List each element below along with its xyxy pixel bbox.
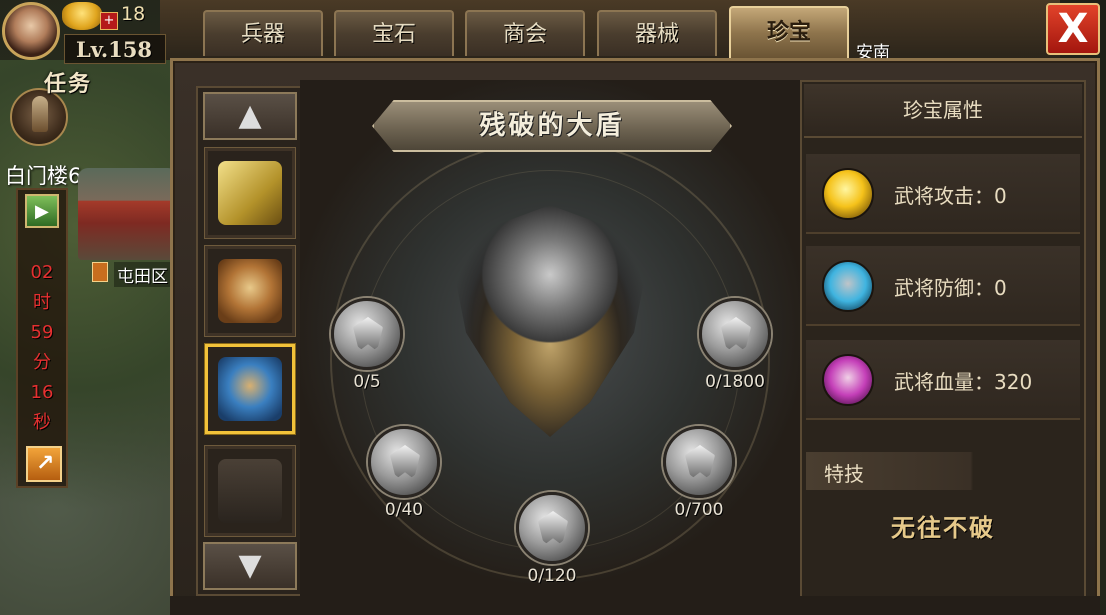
tab-gems[interactable]: 宝石 (334, 10, 454, 56)
play-icon: ▶ (35, 201, 49, 222)
close-button[interactable]: X (1046, 3, 1100, 55)
tab-guild[interactable]: 商会 (465, 10, 585, 56)
attribute-row-defense: 武将防御：0 (806, 246, 1080, 326)
attack-icon (822, 168, 874, 220)
timer-seconds-unit: 秒 (33, 412, 51, 433)
timer-seconds: 16 (30, 382, 54, 403)
tab-weapons[interactable]: 兵器 (203, 10, 323, 56)
timer-minutes: 59 (30, 322, 54, 343)
attribute-row-health: 武将血量：320 (806, 340, 1080, 420)
gem-slot-1[interactable] (331, 298, 403, 370)
attribute-title: 珍宝属性 (804, 84, 1082, 138)
gem-5-icon (721, 317, 751, 351)
city-name: 白门楼6 (5, 164, 82, 188)
gem-count-4: 0/700 (674, 500, 724, 520)
gem-count-5: 0/1800 (705, 372, 765, 392)
gem-1-icon (353, 317, 383, 351)
item-slot-book[interactable] (204, 147, 296, 239)
task-label: 任务 (44, 72, 93, 97)
expand-button[interactable]: ↗ (26, 446, 62, 482)
book-icon (218, 161, 282, 225)
flag-icon (92, 262, 108, 282)
window-bottom-edge (170, 596, 1100, 615)
defense-icon (822, 260, 874, 312)
item-slot-blue-shield[interactable] (204, 343, 296, 435)
gem-slot-4[interactable] (663, 426, 735, 498)
player-level: Lv.158 (76, 37, 153, 62)
gem-slot-2[interactable] (368, 426, 440, 498)
gem-count-1: 0/5 (353, 372, 381, 392)
gold-count: 18 (121, 3, 146, 25)
health-value: 武将血量：320 (894, 370, 1033, 394)
gem-count-2: 0/40 (384, 500, 424, 520)
arrow-up-right-icon: ↗ (36, 451, 55, 476)
gem-4-icon (685, 445, 715, 479)
beast-shield-gold-icon (218, 259, 282, 323)
timer-hours-unit: 时 (33, 292, 51, 313)
item-slot-chest[interactable] (204, 445, 296, 537)
scroll-up-button[interactable]: ▲ (203, 92, 297, 140)
gem-count-3: 0/120 (527, 566, 577, 586)
gem-slot-5[interactable] (699, 298, 771, 370)
close-icon: X (1057, 6, 1089, 52)
player-avatar[interactable] (2, 2, 60, 60)
timer-hours: 02 (30, 262, 54, 283)
attack-value: 武将攻击：0 (894, 184, 1007, 208)
timer-minutes-unit: 分 (33, 352, 51, 373)
gem-slot-3[interactable] (516, 492, 588, 564)
fortress-building[interactable] (78, 168, 178, 260)
field-label[interactable]: 屯田区 (114, 262, 171, 287)
play-button[interactable]: ▶ (25, 194, 59, 228)
tab-treasure[interactable]: 珍宝 (729, 6, 849, 58)
gem-2-icon (390, 445, 420, 479)
health-icon (822, 354, 874, 406)
add-gold-button[interactable]: + (100, 12, 118, 30)
beast-shield-blue-icon (218, 357, 282, 421)
tab-machinery[interactable]: 器械 (597, 10, 717, 56)
gold-ingot-icon (62, 2, 102, 30)
chest-icon (218, 459, 282, 523)
gem-3-icon (538, 511, 568, 545)
countdown-timer: 02 时 59 分 16 秒 (20, 258, 64, 438)
treasure-name: 残破的大盾 (479, 111, 625, 141)
defense-value: 武将防御：0 (894, 276, 1007, 300)
skill-name: 无往不破 (891, 513, 995, 542)
warrior-icon (32, 96, 48, 132)
attribute-row-attack: 武将攻击：0 (806, 154, 1080, 234)
scroll-down-button[interactable]: ▼ (203, 542, 297, 590)
skill-title: 特技 (824, 462, 864, 486)
item-slot-gold-shield[interactable] (204, 245, 296, 337)
